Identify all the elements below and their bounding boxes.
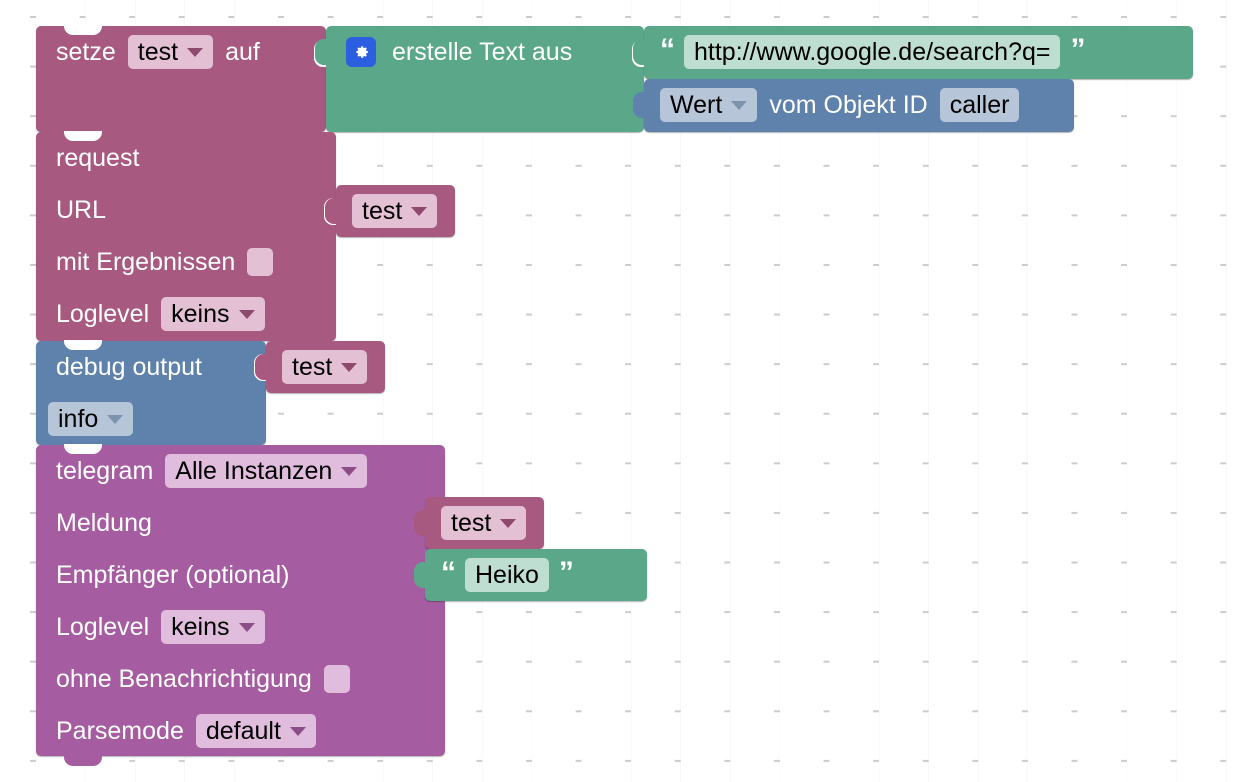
block-notch-top [64,131,102,141]
block-notch-top [64,25,102,35]
http-request-loglevel-dropdown[interactable]: keins [161,297,265,331]
telegram-parsemode-label: Parsemode [56,716,184,745]
value-plug [315,39,327,65]
value-plug [255,354,267,380]
set-variable-to-label: auf [225,37,260,66]
chevron-down-icon [341,466,358,476]
telegram-parsemode-value: default [205,716,281,745]
variable-dropdown[interactable]: test [282,350,368,384]
block-create-text[interactable]: erstelle Text aus [315,26,645,132]
open-quote-icon: “ [660,33,675,66]
variable-dropdown[interactable]: test [352,194,438,228]
set-variable-label: setze [56,37,116,66]
text-literal-row: “ http://www.google.de/search?q= ” [644,26,1193,78]
chevron-down-icon [731,100,748,110]
variable-value: test [292,352,333,381]
block-text-literal-url[interactable]: “ http://www.google.de/search?q= ” [633,26,1193,79]
text-literal-row: “ Heiko ” [425,549,647,601]
value-plug [414,510,426,536]
variable-name-value: test [137,37,179,66]
http-request-title: request [56,143,140,172]
block-variable-debug-message[interactable]: test [255,341,385,393]
chevron-down-icon [187,47,204,57]
telegram-loglevel-dropdown[interactable]: keins [161,610,265,644]
object-id-input[interactable]: caller [939,88,1020,122]
telegram-recipient-label: Empfänger (optional) [56,560,290,589]
create-text-row: erstelle Text aus [326,26,644,78]
telegram-instance-value: Alle Instanzen [175,456,333,485]
variable-value: test [362,196,403,225]
variable-row: test [336,185,455,237]
open-quote-icon: “ [441,556,456,589]
object-attribute-value: Wert [670,90,723,119]
block-http-request[interactable]: request URL mit Ergebnissen Loglevel kei… [36,131,337,351]
chevron-down-icon [238,622,255,632]
block-variable-http-url[interactable]: test [325,185,455,237]
close-quote-icon: ” [558,556,574,589]
telegram-message-label: Meldung [56,508,152,537]
telegram-message-row: Meldung [36,497,445,549]
telegram-title: telegram [56,456,154,485]
block-get-object-value[interactable]: Wert vom Objekt ID caller [633,79,1074,132]
debug-output-severity-row: info [36,393,266,445]
debug-severity-value: info [58,404,99,433]
block-variable-telegram-message[interactable]: test [414,497,544,549]
silent-notification-checkbox[interactable] [323,665,350,693]
telegram-loglevel-row: Loglevel keins [36,601,445,653]
telegram-recipient-row: Empfänger (optional) [36,549,445,601]
variable-row: test [266,341,385,393]
debug-severity-dropdown[interactable]: info [48,402,134,436]
telegram-loglevel-value: keins [171,612,230,641]
value-plug [633,92,645,118]
http-request-with-results-label: mit Ergebnissen [56,247,236,276]
block-set-variable[interactable]: setze test auf [36,25,327,142]
block-notch-bottom [64,755,102,766]
http-request-loglevel-row: Loglevel keins [36,288,336,340]
get-object-value-label: vom Objekt ID [769,90,928,119]
http-request-results-row: mit Ergebnissen [36,236,336,288]
get-object-value-row: Wert vom Objekt ID caller [644,79,1074,131]
telegram-instance-dropdown[interactable]: Alle Instanzen [165,454,368,488]
with-results-checkbox[interactable] [247,248,274,276]
http-request-url-row: URL [36,184,336,236]
create-text-label: erstelle Text aus [392,37,573,66]
telegram-parsemode-row: Parsemode default [36,705,445,757]
chevron-down-icon [411,206,428,216]
block-text-literal-recipient[interactable]: “ Heiko ” [414,549,647,601]
block-telegram[interactable]: telegram Alle Instanzen Meldung Empfänge… [36,444,446,766]
value-plug [414,562,426,588]
block-notch-top [64,444,102,454]
gear-icon[interactable] [346,37,376,67]
object-attribute-dropdown[interactable]: Wert [660,88,758,122]
http-request-loglevel-value: keins [171,299,230,328]
telegram-parsemode-dropdown[interactable]: default [195,714,316,748]
chevron-down-icon [289,726,306,736]
telegram-silent-row: ohne Benachrichtigung [36,653,445,705]
close-quote-icon: ” [1070,33,1085,66]
variable-value: test [451,508,492,537]
value-plug [633,39,645,65]
variable-row: test [425,497,544,549]
chevron-down-icon [341,362,358,372]
chevron-down-icon [500,518,517,528]
telegram-silent-label: ohne Benachrichtigung [56,664,312,693]
block-debug-output[interactable]: debug output info [36,340,267,455]
block-notch-top [64,340,102,350]
http-request-url-label: URL [56,195,107,224]
telegram-loglevel-label: Loglevel [56,612,150,641]
chevron-down-icon [107,414,124,424]
text-value-input[interactable]: http://www.google.de/search?q= [684,35,1061,69]
variable-dropdown[interactable]: test [441,506,527,540]
http-request-loglevel-label: Loglevel [56,299,150,328]
variable-name-dropdown[interactable]: test [127,35,214,69]
blockly-workspace[interactable]: setze test auf erstelle Text aus “ http:… [0,0,1238,782]
debug-output-title: debug output [56,352,202,381]
chevron-down-icon [238,309,255,319]
value-plug [325,198,337,224]
recipient-value-input[interactable]: Heiko [465,558,549,592]
